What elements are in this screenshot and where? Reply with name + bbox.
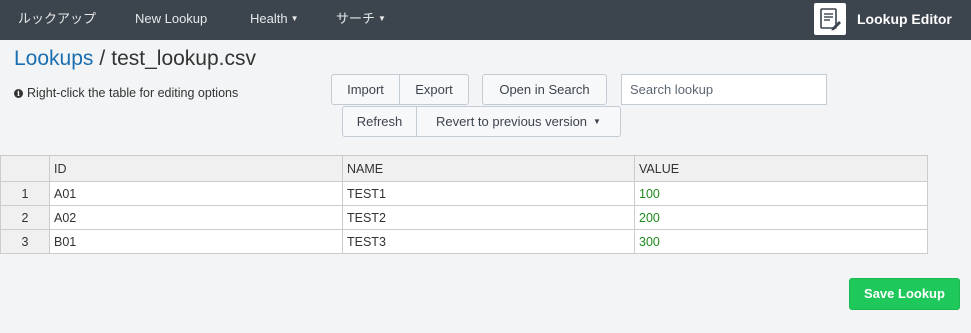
table-cell[interactable]: TEST1 (342, 181, 635, 206)
nav-item-search[interactable]: サーチ ▼ (336, 0, 386, 40)
lookup-table[interactable]: ID NAME VALUE 1 A01 TEST1 100 2 A02 TEST… (0, 155, 928, 254)
nav-item-new-lookup[interactable]: New Lookup (135, 0, 207, 40)
corner-cell (0, 155, 50, 182)
breadcrumb: Lookups / test_lookup.csv (14, 47, 256, 71)
breadcrumb-lookups-link[interactable]: Lookups (14, 47, 93, 70)
column-header-value[interactable]: VALUE (634, 155, 928, 182)
revert-version-label: Revert to previous version (436, 114, 588, 129)
open-in-search-button[interactable]: Open in Search (482, 74, 607, 105)
nav-item-label: ルックアップ (18, 11, 97, 26)
table-cell[interactable]: A01 (49, 181, 343, 206)
search-input[interactable] (621, 74, 827, 105)
breadcrumb-separator: / (99, 47, 106, 70)
table-cell[interactable]: B01 (49, 229, 343, 254)
table-cell[interactable]: 200 (634, 205, 928, 230)
table-cell[interactable]: A02 (49, 205, 343, 230)
table-row: 1 A01 TEST1 100 (0, 181, 928, 206)
document-edit-icon (814, 3, 846, 35)
top-navigation-bar: ルックアップ New Lookup Health ▼ サーチ ▼ Lookup Ed… (0, 0, 971, 40)
table-cell[interactable]: 100 (634, 181, 928, 206)
table-cell[interactable]: 300 (634, 229, 928, 254)
save-lookup-button[interactable]: Save Lookup (849, 278, 960, 310)
row-number[interactable]: 3 (0, 229, 50, 254)
page-title: test_lookup.csv (111, 47, 256, 70)
column-header-id[interactable]: ID (49, 155, 343, 182)
info-icon: i (14, 89, 23, 98)
refresh-button[interactable]: Refresh (342, 106, 417, 137)
import-button[interactable]: Import (331, 74, 400, 105)
column-header-name[interactable]: NAME (342, 155, 635, 182)
app-name: Lookup Editor (857, 11, 952, 27)
table-cell[interactable]: TEST3 (342, 229, 635, 254)
caret-down-icon: ▼ (593, 117, 601, 126)
table-header-row: ID NAME VALUE (0, 155, 928, 182)
nav-item-label: サーチ (336, 11, 376, 26)
editing-hint-text: Right-click the table for editing option… (27, 86, 239, 100)
caret-down-icon: ▼ (290, 14, 299, 23)
row-number[interactable]: 2 (0, 205, 50, 230)
nav-item-label: Health (250, 11, 288, 26)
nav-item-lookups[interactable]: ルックアップ (18, 0, 96, 40)
editing-hint: i Right-click the table for editing optio… (14, 86, 238, 100)
nav-item-label: New Lookup (135, 11, 208, 26)
table-row: 2 A02 TEST2 200 (0, 205, 928, 230)
document-edit-icon-graphic (820, 8, 841, 31)
row-number[interactable]: 1 (0, 181, 50, 206)
table-cell[interactable]: TEST2 (342, 205, 635, 230)
nav-item-health[interactable]: Health ▼ (250, 0, 299, 40)
table-row: 3 B01 TEST3 300 (0, 229, 928, 254)
caret-down-icon: ▼ (378, 14, 386, 23)
revert-version-dropdown[interactable]: Revert to previous version ▼ (416, 106, 621, 137)
export-button[interactable]: Export (399, 74, 469, 105)
